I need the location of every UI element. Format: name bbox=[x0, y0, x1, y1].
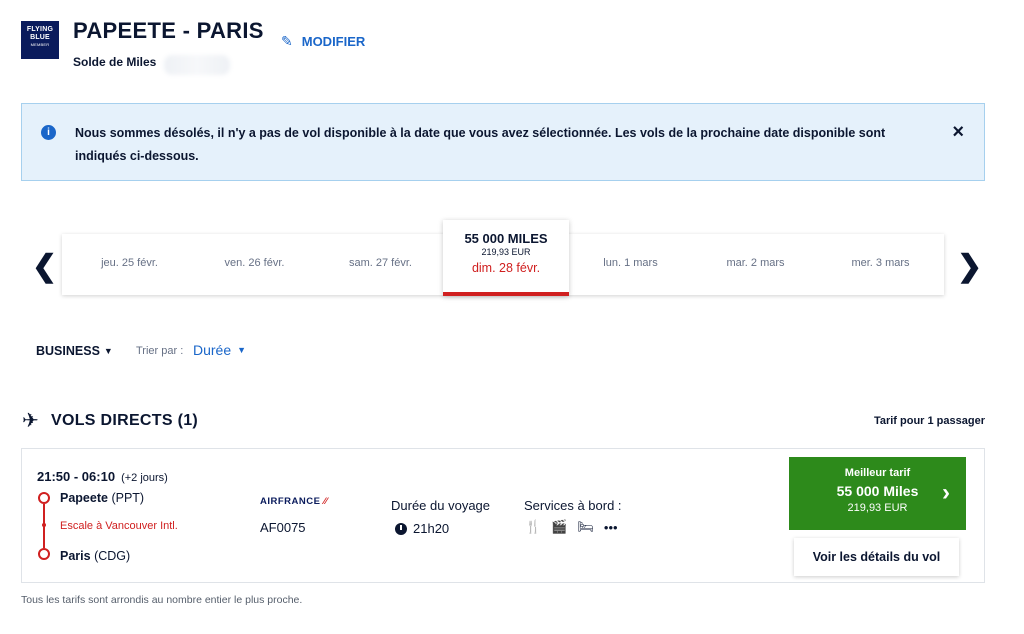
modify-label: MODIFIER bbox=[301, 34, 366, 49]
origin-city: Papeete bbox=[60, 491, 108, 505]
passenger-note: Tarif pour 1 passager bbox=[873, 415, 985, 427]
logo-text-member: MEMBER bbox=[30, 42, 50, 47]
date-option[interactable]: mar. 2 mars bbox=[693, 257, 818, 269]
date-option[interactable]: jeu. 25 févr. bbox=[67, 257, 192, 269]
best-fare-miles: 55 000 Miles bbox=[836, 483, 919, 499]
date-option[interactable]: sam. 27 févr. bbox=[318, 257, 443, 269]
caret-down-icon: ▼ bbox=[103, 346, 113, 356]
page-title: PAPEETE - PARIS bbox=[73, 18, 264, 43]
route-timeline bbox=[38, 492, 52, 560]
destination-city: Paris bbox=[60, 549, 91, 563]
logo-text-flying: FLYING bbox=[26, 26, 54, 33]
sort-label: Trier par : bbox=[136, 345, 184, 357]
miles-balance-blurred bbox=[164, 55, 230, 75]
selected-date-option[interactable]: 55 000 MILES 219,93 EUR dim. 28 févr. bbox=[443, 220, 569, 296]
origin-code: (PPT) bbox=[111, 491, 145, 505]
airline-name: AIRFRANCE bbox=[260, 496, 321, 507]
section-title: VOLS DIRECTS (1) bbox=[51, 412, 199, 429]
caret-down-icon: ▼ bbox=[237, 345, 247, 355]
onboard-services: 🍴 🎬 🛏 ••• bbox=[525, 519, 618, 535]
sort-value: Durée bbox=[193, 342, 232, 358]
pencil-icon: ✎ bbox=[281, 33, 293, 49]
origin-dot-icon bbox=[38, 492, 50, 504]
day-offset: (+2 jours) bbox=[121, 472, 168, 484]
alert-message: Nous sommes désolés, il n'y a pas de vol… bbox=[75, 126, 886, 163]
airplane-icon: ✈ bbox=[22, 410, 39, 432]
flight-details-button[interactable]: Voir les détails du vol bbox=[794, 538, 959, 576]
date-option[interactable]: ven. 26 févr. bbox=[192, 257, 317, 269]
logo-text-blue: BLUE bbox=[30, 34, 50, 41]
destination-airport: Paris (CDG) bbox=[60, 549, 130, 563]
best-fare-price: 219,93 EUR bbox=[847, 502, 908, 514]
clock-icon bbox=[395, 522, 407, 535]
close-icon[interactable]: × bbox=[952, 121, 964, 144]
flight-card: 21:50 - 06:10 (+2 jours) Papeete (PPT) Es… bbox=[21, 448, 985, 583]
miles-balance-label: Solde de Miles bbox=[73, 55, 157, 69]
best-fare-button[interactable]: Meilleur tarif 55 000 Miles 219,93 EUR › bbox=[789, 457, 966, 530]
chevron-right-icon: › bbox=[942, 479, 950, 506]
selected-date-price: 219,93 EUR bbox=[481, 247, 531, 257]
date-option[interactable]: lun. 1 mars bbox=[568, 257, 693, 269]
meal-icon: 🍴 bbox=[525, 519, 542, 534]
modify-button[interactable]: ✎ MODIFIER bbox=[281, 33, 365, 50]
air-france-logo: AIRFRANCE ⁄⁄ bbox=[260, 496, 328, 507]
best-fare-title: Meilleur tarif bbox=[844, 467, 911, 479]
flight-time-range: 21:50 - 06:10 bbox=[37, 469, 116, 484]
flight-times: 21:50 - 06:10 (+2 jours) bbox=[37, 469, 168, 484]
next-dates-arrow-icon[interactable]: ❯ bbox=[957, 249, 982, 284]
origin-airport: Papeete (PPT) bbox=[60, 491, 144, 505]
cabin-class-dropdown[interactable]: BUSINESS ▼ bbox=[36, 344, 113, 358]
destination-code: (CDG) bbox=[94, 549, 131, 563]
cabin-class-value: BUSINESS bbox=[36, 344, 100, 358]
rounding-footnote: Tous les tarifs sont arrondis au nombre … bbox=[21, 594, 303, 606]
previous-dates-arrow-icon[interactable]: ❮ bbox=[32, 249, 57, 284]
flight-number: AF0075 bbox=[260, 520, 306, 535]
date-option[interactable]: mer. 3 mars bbox=[818, 257, 943, 269]
flat-bed-icon: 🛏 bbox=[577, 519, 594, 534]
sort-dropdown[interactable]: Durée ▼ bbox=[193, 342, 246, 358]
entertainment-icon: 🎬 bbox=[551, 519, 568, 534]
info-icon: i bbox=[41, 125, 56, 140]
duration: 21h20 bbox=[395, 521, 449, 536]
destination-dot-icon bbox=[38, 548, 50, 560]
stop-dot-icon bbox=[42, 523, 46, 527]
selected-date-miles: 55 000 MILES bbox=[464, 231, 548, 246]
info-alert: i Nous sommes désolés, il n'y a pas de v… bbox=[21, 103, 985, 181]
selected-date-label: dim. 28 févr. bbox=[471, 261, 541, 275]
stopover-info: Escale à Vancouver Intl. bbox=[60, 520, 178, 532]
duration-label: Durée du voyage bbox=[391, 498, 491, 513]
services-label: Services à bord : bbox=[524, 498, 622, 513]
flying-blue-logo: FLYING BLUE MEMBER bbox=[21, 21, 59, 59]
duration-value: 21h20 bbox=[413, 521, 450, 536]
more-services-icon[interactable]: ••• bbox=[604, 520, 618, 535]
